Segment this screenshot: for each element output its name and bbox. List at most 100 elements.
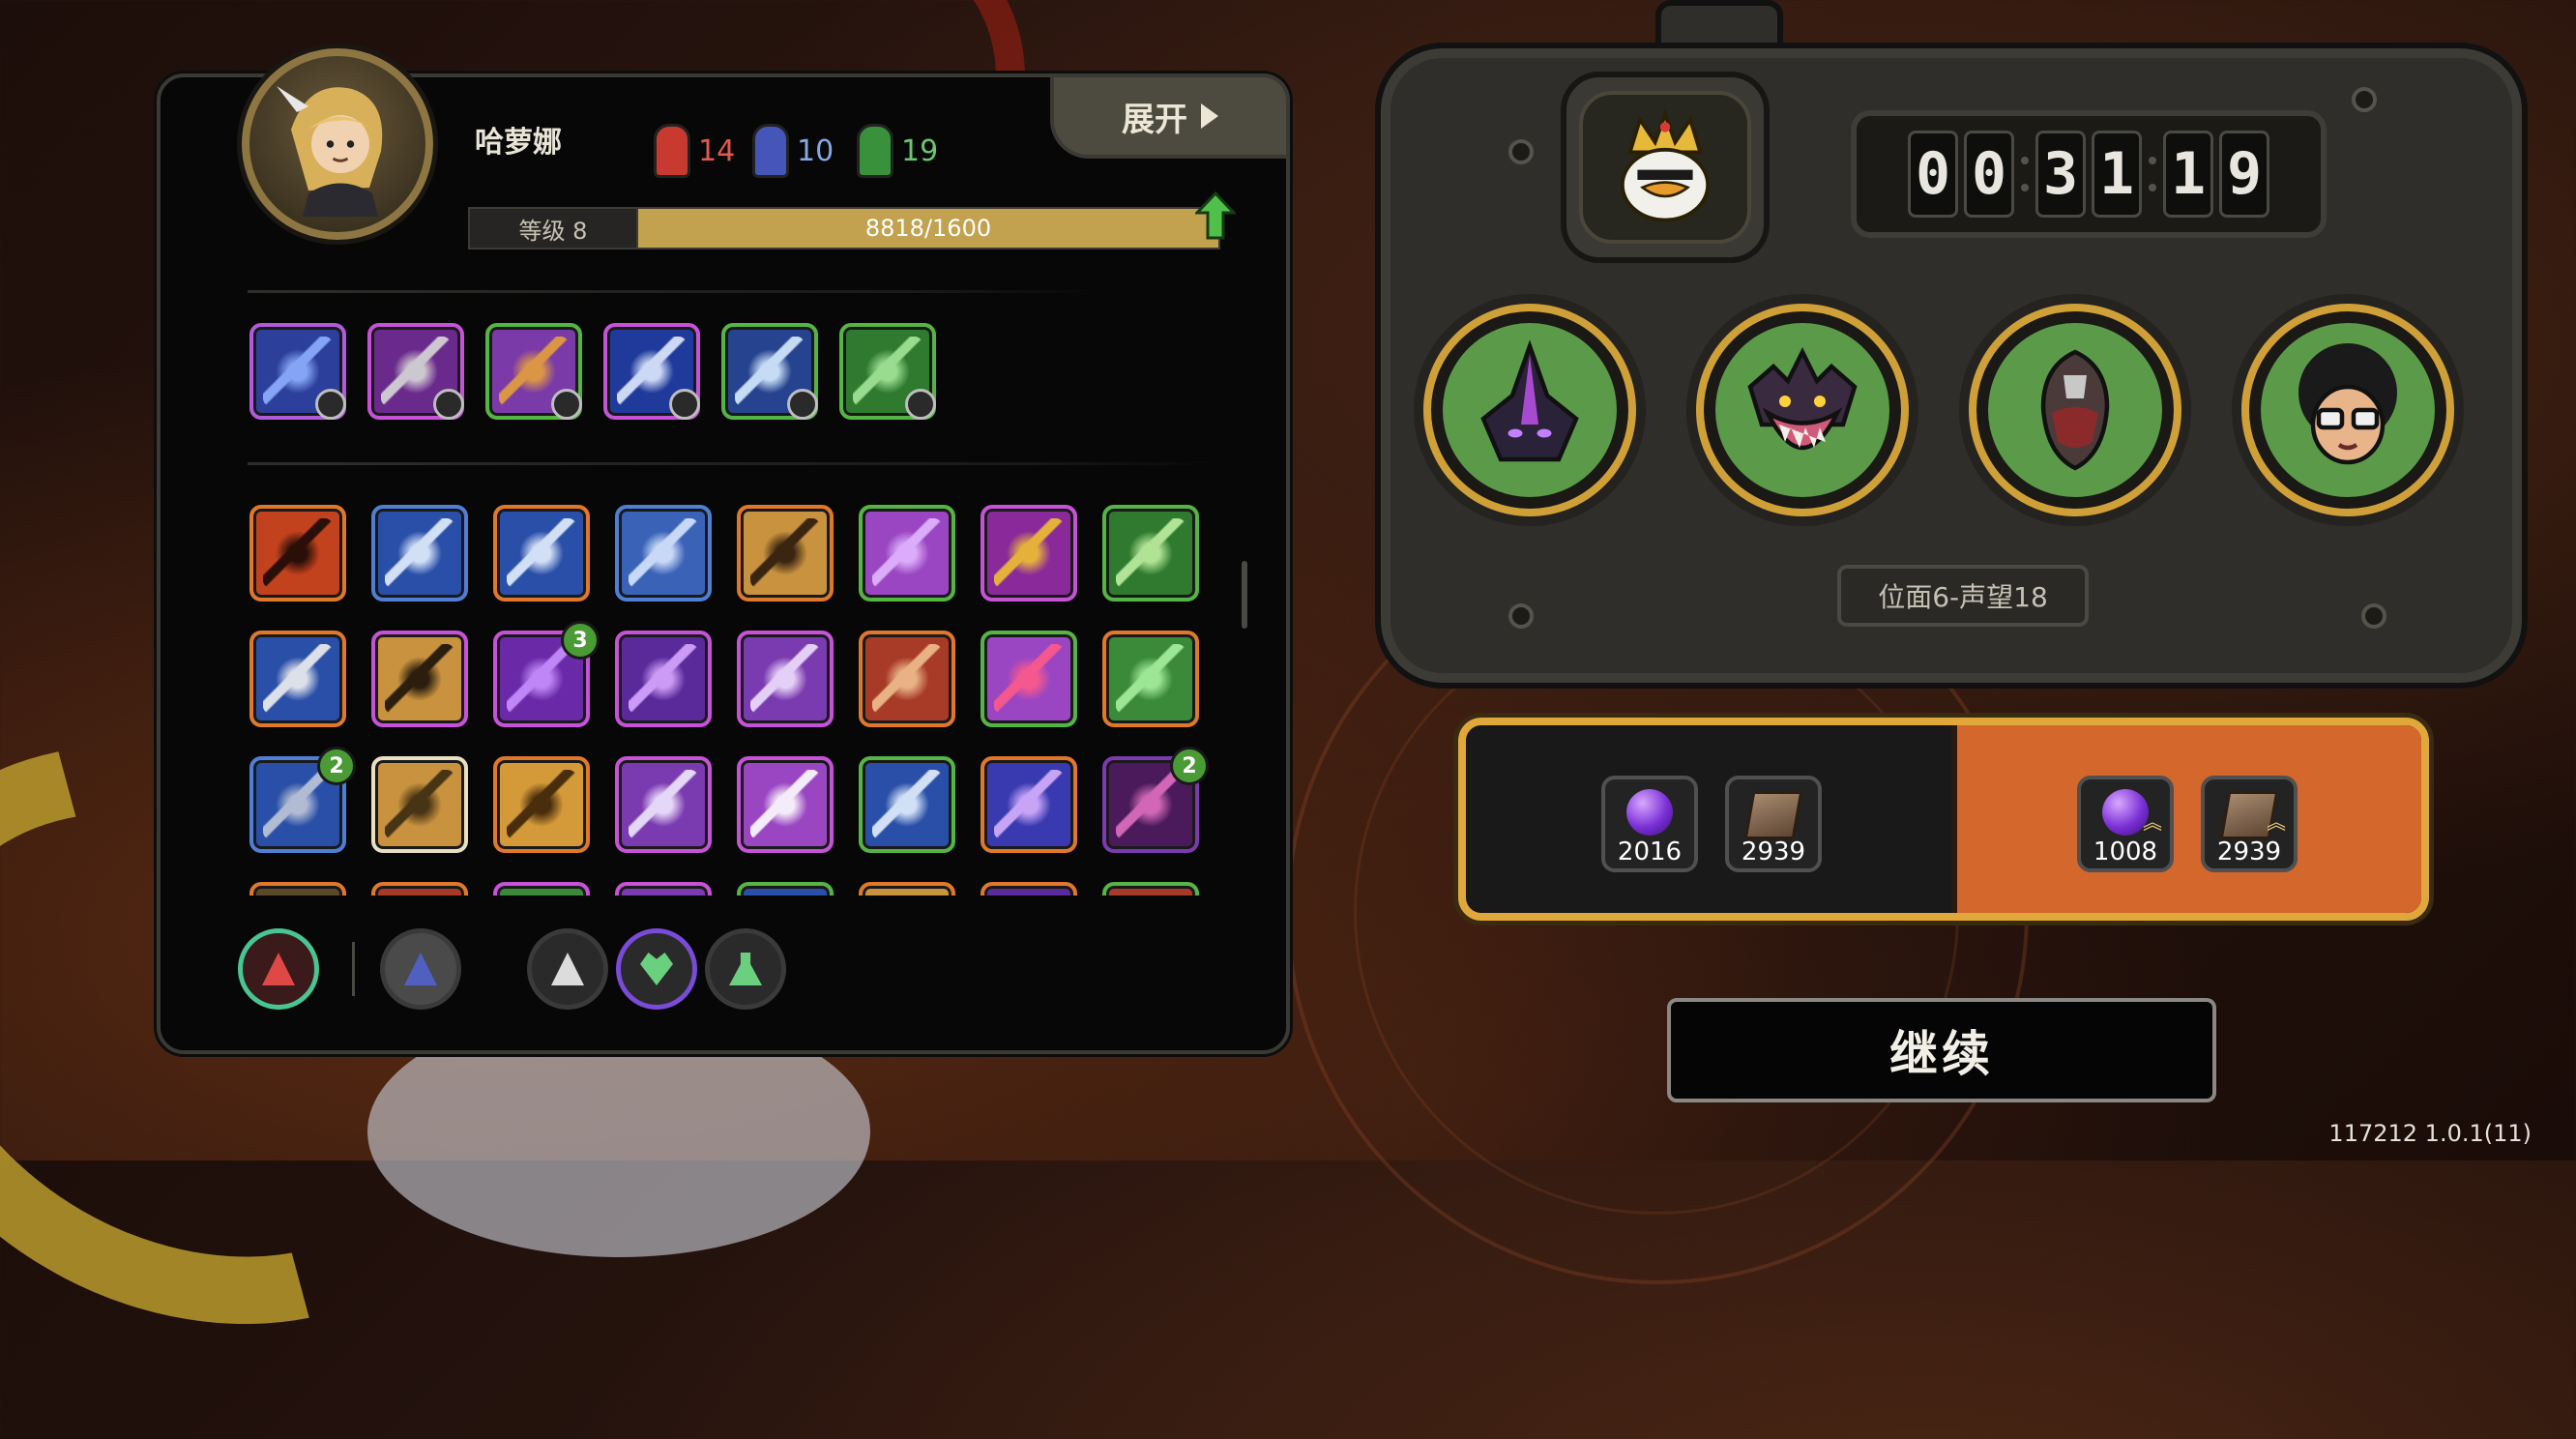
- boss-row: [1423, 304, 2487, 516]
- purple-orb-icon: [1626, 789, 1673, 836]
- inventory-item[interactable]: [1102, 505, 1199, 602]
- character-portrait-icon: [277, 86, 383, 217]
- electric-orb-icon: [385, 518, 454, 588]
- inventory-item[interactable]: [371, 631, 468, 727]
- inventory-item[interactable]: [737, 505, 834, 602]
- inventory-item[interactable]: 2: [249, 747, 356, 853]
- skill-rank-icon: [433, 389, 464, 420]
- character-name: 哈萝娜: [475, 126, 562, 160]
- equipment-bar: [238, 921, 794, 1017]
- inventory-item[interactable]: [859, 756, 955, 853]
- boss-slot-1[interactable]: [1423, 304, 1636, 516]
- equipment-slot[interactable]: [527, 928, 608, 1010]
- reward-purple-orb-bonus: ︽ 1008: [2077, 776, 2174, 872]
- inventory-scrollbar[interactable]: [1242, 561, 1247, 629]
- equipped-skill-slot[interactable]: [721, 323, 818, 420]
- green-diamond-icon: [1116, 518, 1186, 588]
- white-mask-icon: [750, 770, 820, 839]
- equipment-divider: [352, 942, 355, 996]
- rivet: [1508, 603, 1534, 629]
- inventory-item[interactable]: [981, 505, 1077, 602]
- crowned-horror-boss-icon: [1747, 346, 1858, 451]
- claw-slash-icon: [872, 644, 942, 714]
- boss-machine-panel: 0 0 3 1 1 9 位面6-声望18: [1375, 0, 2528, 689]
- inventory-item[interactable]: [249, 882, 346, 896]
- inventory-item[interactable]: [1102, 631, 1199, 727]
- inventory-item[interactable]: [981, 882, 1077, 896]
- inventory-item[interactable]: [859, 631, 955, 727]
- stat-green: 19: [857, 124, 938, 178]
- rivet: [2361, 603, 2386, 629]
- version-label: 117212 1.0.1(11): [2328, 1120, 2532, 1147]
- boss-slot-3[interactable]: [1969, 304, 2181, 516]
- inventory-item[interactable]: [615, 631, 712, 727]
- equipment-slot[interactable]: [616, 928, 697, 1010]
- stack-count-badge: 2: [317, 747, 356, 785]
- inventory-item[interactable]: [249, 505, 346, 602]
- timer-digit: 0: [1908, 131, 1958, 218]
- equipped-skill-slot[interactable]: [839, 323, 936, 420]
- inventory-item[interactable]: [981, 756, 1077, 853]
- boss-slot-2[interactable]: [1696, 304, 1909, 516]
- inventory-item[interactable]: [493, 505, 590, 602]
- stat-red-value: 14: [698, 133, 736, 168]
- level-up-arrow-icon[interactable]: [1195, 191, 1236, 240]
- inventory-item[interactable]: [493, 756, 590, 853]
- inventory-item[interactable]: [737, 756, 834, 853]
- spine-column-icon: [1116, 770, 1186, 839]
- inventory-item[interactable]: [371, 882, 468, 896]
- inventory-item[interactable]: [859, 505, 955, 602]
- inventory-item[interactable]: [981, 631, 1077, 727]
- continue-button[interactable]: 继续: [1667, 998, 2216, 1102]
- timer-digit: 1: [2092, 131, 2142, 218]
- inventory-scroll-area[interactable]: 3 2 2: [249, 497, 1226, 896]
- skill-rank-icon: [669, 389, 700, 420]
- skill-rank-icon: [905, 389, 936, 420]
- running-figure-icon: [507, 518, 576, 588]
- shattered-purple-icon: [750, 644, 820, 714]
- green-vortex-icon: [1116, 644, 1186, 714]
- equipped-skills-row: [249, 323, 936, 420]
- inventory-item[interactable]: [371, 505, 468, 602]
- inventory-item[interactable]: [737, 882, 834, 896]
- reward-tome-bonus: ︽ 2939: [2201, 776, 2298, 872]
- divider: [248, 462, 1215, 465]
- melting-skull-icon: [629, 644, 698, 714]
- expand-button[interactable]: 展开: [1050, 73, 1290, 159]
- equipment-slot[interactable]: [380, 928, 461, 1010]
- inventory-item[interactable]: [371, 756, 468, 853]
- level-label: 等级 8: [468, 207, 638, 250]
- character-avatar[interactable]: [242, 48, 433, 240]
- skill-rank-icon: [787, 389, 818, 420]
- skill-rank-icon: [551, 389, 582, 420]
- inventory-item[interactable]: 3: [493, 621, 600, 727]
- armored-beetle-boss-icon: [2040, 349, 2110, 471]
- reward-value: 1008: [2093, 837, 2158, 866]
- inventory-item[interactable]: [615, 882, 712, 896]
- inventory-item[interactable]: 2: [1102, 747, 1209, 853]
- inventory-item[interactable]: [493, 882, 590, 896]
- rivet: [2352, 87, 2377, 112]
- timer-separator: [2148, 157, 2157, 191]
- red-demon-emblem-icon: [262, 953, 295, 985]
- equipment-slot[interactable]: [705, 928, 786, 1010]
- hooded-wraith-boss-icon: [1480, 339, 1579, 462]
- inventory-item[interactable]: [1102, 882, 1199, 896]
- equipped-skill-slot[interactable]: [603, 323, 700, 420]
- boss-slot-4[interactable]: [2241, 304, 2454, 516]
- xp-text: 8818/1600: [864, 215, 992, 242]
- inventory-item[interactable]: [615, 505, 712, 602]
- equipment-slot[interactable]: [238, 928, 319, 1010]
- equipped-skill-slot[interactable]: [367, 323, 464, 420]
- inventory-item[interactable]: [249, 631, 346, 727]
- king-portrait: [1579, 91, 1751, 244]
- inventory-item[interactable]: [615, 756, 712, 853]
- king-portrait-frame[interactable]: [1561, 72, 1770, 263]
- equipped-skill-slot[interactable]: [249, 323, 346, 420]
- inventory-item[interactable]: [737, 631, 834, 727]
- stat-blue-value: 10: [797, 133, 834, 168]
- dark-drone-icon: [385, 644, 454, 714]
- equipped-skill-slot[interactable]: [485, 323, 582, 420]
- inventory-item[interactable]: [859, 882, 955, 896]
- serpent-icon: [263, 770, 333, 839]
